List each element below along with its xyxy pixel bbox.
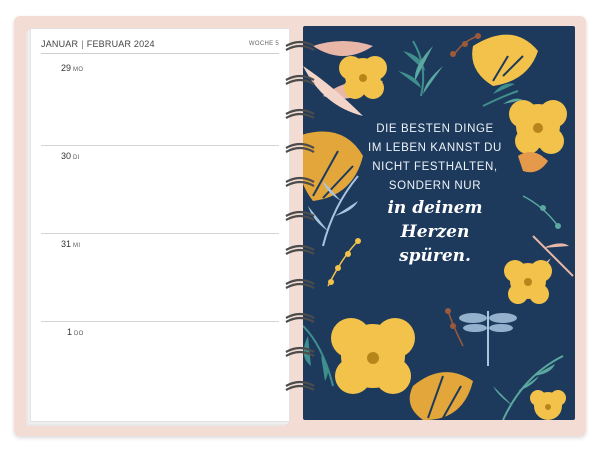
month-right: FEBRUAR 2024	[86, 39, 155, 49]
day-weekday: MO	[73, 67, 84, 73]
flower-icon	[339, 56, 387, 99]
planner-book: JANUAR | FEBRUAR 2024 WOCHE 5 29 MO 30 DI 31…	[0, 0, 600, 450]
dragonfly-icon	[459, 311, 517, 366]
day-weekday: MI	[73, 243, 81, 249]
day-number: 1	[67, 327, 73, 337]
quote-line: IM LEBEN KANNST DU	[368, 142, 502, 154]
quote-line: DIE BESTEN DINGE	[376, 123, 494, 135]
day-number: 31	[61, 239, 72, 249]
month-left: JANUAR	[41, 39, 79, 49]
quote-script: spüren.	[399, 246, 471, 266]
flower-icon	[331, 318, 415, 394]
month-separator: |	[81, 39, 84, 49]
day-label: 30 DI	[61, 151, 80, 161]
day-label: 29 MO	[61, 63, 83, 73]
quote-line: NICHT FESTHALTEN,	[372, 161, 498, 173]
day-number: 29	[61, 63, 72, 73]
day-weekday: DI	[73, 155, 80, 161]
planner-left-page: JANUAR | FEBRUAR 2024 WOCHE 5 29 MO 30 DI 31…	[30, 28, 290, 422]
quote-line: SONDERN NUR	[388, 180, 482, 192]
monstera-leaf-icon	[472, 34, 538, 86]
day-number: 30	[61, 151, 72, 161]
quote-block: DIE BESTEN DINGE IM LEBEN KANNST DU NICH…	[330, 120, 540, 268]
day-label: 1 DO	[67, 327, 84, 337]
fern-leaf-icon	[398, 40, 443, 97]
flower-icon	[530, 390, 566, 420]
day-row[interactable]: 1 DO	[41, 321, 279, 409]
day-row[interactable]: 29 MO	[41, 57, 279, 146]
day-row[interactable]: 30 DI	[41, 145, 279, 234]
week-label: WOCHE 5	[248, 41, 279, 47]
day-label: 31 MI	[61, 239, 80, 249]
spiral-binding	[285, 40, 315, 391]
page-header: JANUAR | FEBRUAR 2024 WOCHE 5	[41, 37, 279, 54]
month-label: JANUAR | FEBRUAR 2024	[41, 39, 155, 49]
monstera-leaf-icon	[409, 372, 473, 420]
quote-script: Herzen	[400, 222, 470, 242]
day-weekday: DO	[74, 331, 84, 337]
berry-branch-icon	[445, 308, 464, 347]
day-row[interactable]: 31 MI	[41, 233, 279, 322]
quote-script: in deinem	[387, 198, 483, 218]
